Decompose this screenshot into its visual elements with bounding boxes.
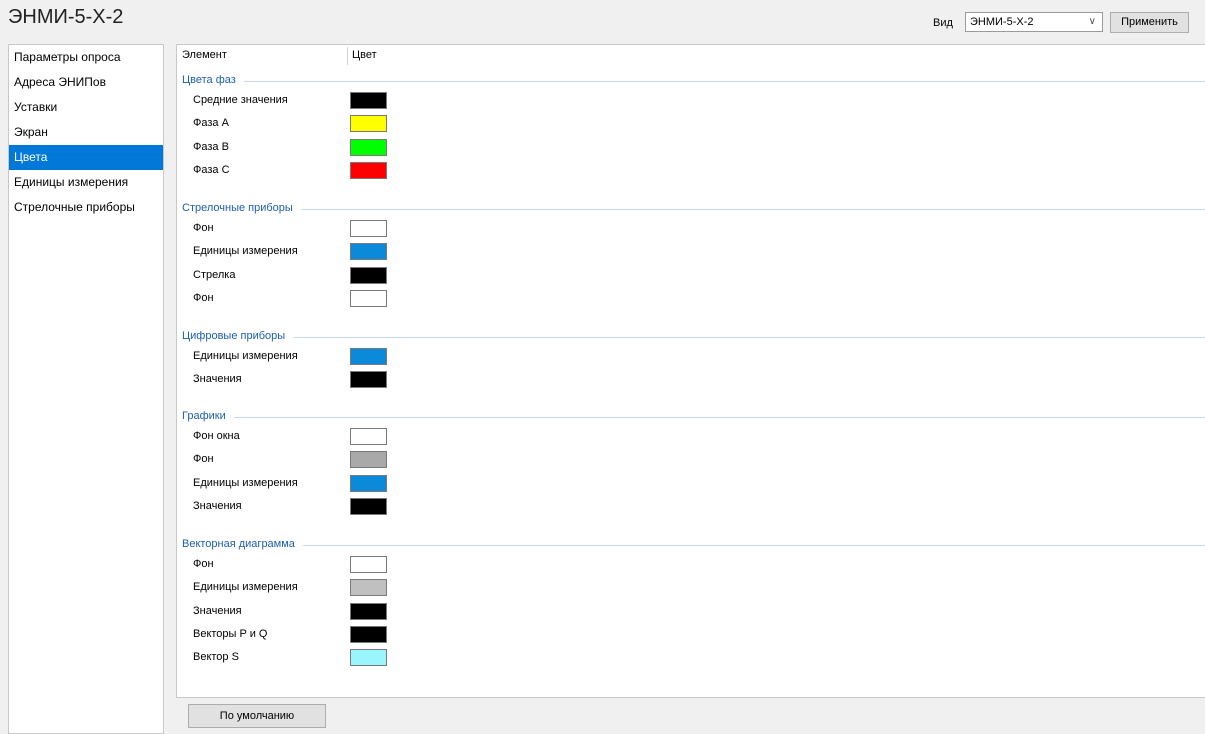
group-divider-line [244, 81, 1205, 82]
color-row-label: Фон [193, 453, 214, 465]
color-row-label: Единицы измерения [193, 245, 298, 257]
color-row[interactable]: Фон [177, 219, 577, 241]
view-select[interactable]: ЭНМИ-5-X-2 ∨ [965, 12, 1103, 32]
column-divider[interactable] [347, 47, 348, 65]
color-swatch[interactable] [350, 451, 387, 468]
color-row[interactable]: Вектор S [177, 648, 577, 670]
color-row-label: Фон окна [193, 430, 240, 442]
color-row[interactable]: Значения [177, 602, 577, 624]
color-swatch[interactable] [350, 162, 387, 179]
group-divider-line [301, 209, 1205, 210]
color-row-label: Фаза С [193, 164, 230, 176]
color-row[interactable]: Фон [177, 555, 577, 577]
column-header-element[interactable]: Элемент [182, 49, 227, 61]
window-title: ЭНМИ-5-X-2 [8, 6, 124, 28]
color-row-label: Фаза В [193, 141, 229, 153]
color-swatch[interactable] [350, 115, 387, 132]
color-swatch[interactable] [350, 626, 387, 643]
color-swatch[interactable] [350, 603, 387, 620]
color-row[interactable]: Фаза С [177, 161, 577, 183]
color-swatch[interactable] [350, 92, 387, 109]
color-row[interactable]: Единицы измерения [177, 242, 577, 264]
color-row[interactable]: Значения [177, 497, 577, 519]
color-row-label: Фон [193, 558, 214, 570]
color-swatch[interactable] [350, 243, 387, 260]
color-swatch[interactable] [350, 556, 387, 573]
color-swatch[interactable] [350, 267, 387, 284]
sidebar-item-setpoints[interactable]: Уставки [9, 95, 163, 120]
group-divider-line [303, 545, 1205, 546]
color-swatch[interactable] [350, 428, 387, 445]
color-row[interactable]: Фаза А [177, 114, 577, 136]
color-swatch[interactable] [350, 371, 387, 388]
group-divider-line [293, 337, 1205, 338]
view-label: Вид [933, 17, 953, 29]
default-button[interactable]: По умолчанию [188, 704, 326, 728]
color-row-label: Фон [193, 222, 214, 234]
color-row[interactable]: Фон [177, 450, 577, 472]
chevron-down-icon[interactable]: ∨ [1089, 13, 1096, 31]
color-row[interactable]: Единицы измерения [177, 347, 577, 369]
color-row[interactable]: Стрелка [177, 266, 577, 288]
color-row[interactable]: Единицы измерения [177, 474, 577, 496]
group-header: Графики [182, 410, 226, 422]
color-row-label: Единицы измерения [193, 350, 298, 362]
color-row-label: Стрелка [193, 269, 236, 281]
color-swatch[interactable] [350, 475, 387, 492]
color-row[interactable]: Фон [177, 289, 577, 311]
sidebar: Параметры опроса Адреса ЭНИПов Уставки Э… [8, 44, 164, 734]
group-header: Векторная диаграмма [182, 538, 295, 550]
color-settings-panel: Элемент Цвет Цвета фаз Средние значения Фа… [176, 44, 1205, 698]
color-row[interactable]: Векторы P и Q [177, 625, 577, 647]
sidebar-item-dial-gauges[interactable]: Стрелочные приборы [9, 195, 163, 220]
column-header-color[interactable]: Цвет [352, 49, 377, 61]
color-row-label: Вектор S [193, 651, 239, 663]
color-swatch[interactable] [350, 290, 387, 307]
color-row[interactable]: Фон окна [177, 427, 577, 449]
color-swatch[interactable] [350, 498, 387, 515]
color-row-label: Значения [193, 605, 242, 617]
apply-button[interactable]: Применить [1110, 12, 1189, 33]
color-swatch[interactable] [350, 579, 387, 596]
color-row[interactable]: Фаза В [177, 138, 577, 160]
sidebar-item-poll-params[interactable]: Параметры опроса [9, 45, 163, 70]
color-row-label: Фон [193, 292, 214, 304]
color-row[interactable]: Единицы измерения [177, 578, 577, 600]
color-row-label: Значения [193, 500, 242, 512]
color-swatch[interactable] [350, 348, 387, 365]
color-row-label: Единицы измерения [193, 477, 298, 489]
color-row-label: Фаза А [193, 117, 229, 129]
group-header: Стрелочные приборы [182, 202, 293, 214]
group-header: Цвета фаз [182, 74, 236, 86]
sidebar-item-enip-addresses[interactable]: Адреса ЭНИПов [9, 70, 163, 95]
view-select-value: ЭНМИ-5-X-2 [970, 16, 1034, 28]
sidebar-item-colors[interactable]: Цвета [9, 145, 163, 170]
group-header: Цифровые приборы [182, 330, 286, 342]
color-swatch[interactable] [350, 220, 387, 237]
color-row-label: Значения [193, 373, 242, 385]
color-row[interactable]: Средние значения [177, 91, 577, 113]
color-row-label: Единицы измерения [193, 581, 298, 593]
color-swatch[interactable] [350, 139, 387, 156]
sidebar-item-screen[interactable]: Экран [9, 120, 163, 145]
color-swatch[interactable] [350, 649, 387, 666]
color-row-label: Средние значения [193, 94, 288, 106]
color-row[interactable]: Значения [177, 370, 577, 392]
group-divider-line [234, 417, 1205, 418]
color-row-label: Векторы P и Q [193, 628, 268, 640]
sidebar-item-units[interactable]: Единицы измерения [9, 170, 163, 195]
